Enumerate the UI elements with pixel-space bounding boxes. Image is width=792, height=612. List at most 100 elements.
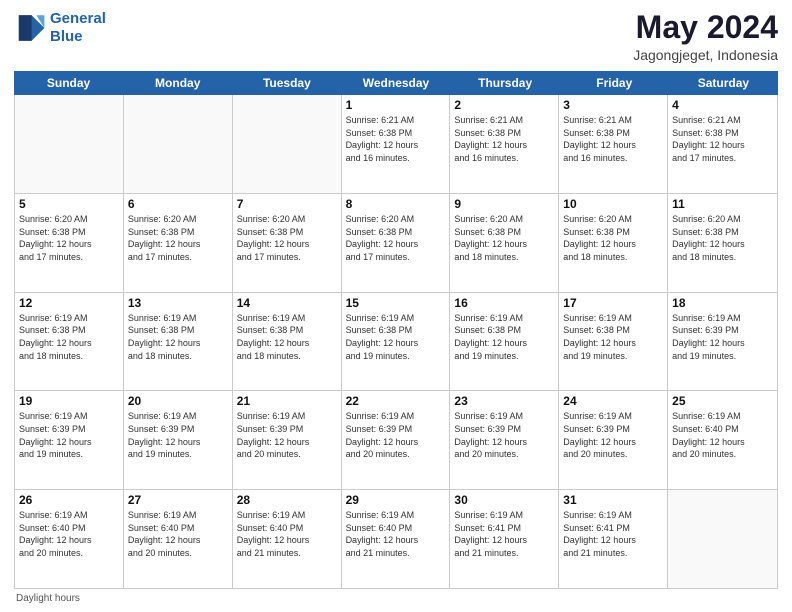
day-number: 9 bbox=[454, 197, 554, 211]
calendar-cell: 21 Sunrise: 6:19 AM Sunset: 6:39 PM Dayli… bbox=[233, 391, 342, 489]
header-wednesday: Wednesday bbox=[341, 71, 450, 95]
calendar-cell: 19Sunrise: 6:19 AM Sunset: 6:39 PM Dayli… bbox=[15, 391, 124, 489]
calendar-cell: 6 Sunrise: 6:20 AM Sunset: 6:38 PM Daylig… bbox=[124, 194, 233, 292]
day-info: Sunrise: 6:19 AM Sunset: 6:38 PM Dayligh… bbox=[563, 312, 663, 362]
day-info: Sunrise: 6:19 AM Sunset: 6:38 PM Dayligh… bbox=[19, 312, 119, 362]
calendar-cell: 17 Sunrise: 6:19 AM Sunset: 6:38 PM Dayli… bbox=[559, 293, 668, 391]
day-info: Sunrise: 6:20 AM Sunset: 6:38 PM Dayligh… bbox=[128, 213, 228, 263]
day-info: Sunrise: 6:20 AM Sunset: 6:38 PM Dayligh… bbox=[237, 213, 337, 263]
day-info: Sunrise: 6:21 AM Sunset: 6:38 PM Dayligh… bbox=[346, 114, 446, 164]
day-info: Sunrise: 6:20 AM Sunset: 6:38 PM Dayligh… bbox=[19, 213, 119, 263]
logo-blue: Blue bbox=[50, 28, 83, 45]
calendar-cell: 4 Sunrise: 6:21 AM Sunset: 6:38 PM Daylig… bbox=[668, 95, 777, 193]
logo-general: General bbox=[50, 10, 106, 27]
day-info: Sunrise: 6:19 AM Sunset: 6:40 PM Dayligh… bbox=[237, 509, 337, 559]
calendar-row-1: 1Sunrise: 6:21 AM Sunset: 6:38 PM Daylig… bbox=[15, 95, 777, 194]
day-number: 12 bbox=[19, 296, 119, 310]
day-info: Sunrise: 6:19 AM Sunset: 6:40 PM Dayligh… bbox=[346, 509, 446, 559]
calendar-cell: 10 Sunrise: 6:20 AM Sunset: 6:38 PM Dayli… bbox=[559, 194, 668, 292]
calendar-header: Sunday Monday Tuesday Wednesday Thursday… bbox=[14, 71, 778, 95]
day-info: Sunrise: 6:19 AM Sunset: 6:40 PM Dayligh… bbox=[128, 509, 228, 559]
calendar-cell bbox=[15, 95, 124, 193]
day-number: 7 bbox=[237, 197, 337, 211]
day-number: 26 bbox=[19, 493, 119, 507]
calendar-cell: 3 Sunrise: 6:21 AM Sunset: 6:38 PM Daylig… bbox=[559, 95, 668, 193]
day-number: 27 bbox=[128, 493, 228, 507]
day-number: 14 bbox=[237, 296, 337, 310]
calendar-cell: 22 Sunrise: 6:19 AM Sunset: 6:39 PM Dayli… bbox=[342, 391, 451, 489]
day-number: 6 bbox=[128, 197, 228, 211]
calendar-cell: 30 Sunrise: 6:19 AM Sunset: 6:41 PM Dayli… bbox=[450, 490, 559, 588]
calendar-cell: 26 Sunrise: 6:19 AM Sunset: 6:40 PM Dayli… bbox=[15, 490, 124, 588]
calendar-row-2: 5 Sunrise: 6:20 AM Sunset: 6:38 PM Daylig… bbox=[15, 194, 777, 293]
day-info: Sunrise: 6:19 AM Sunset: 6:41 PM Dayligh… bbox=[454, 509, 554, 559]
day-number: 3 bbox=[563, 98, 663, 112]
calendar-cell: 27 Sunrise: 6:19 AM Sunset: 6:40 PM Dayli… bbox=[124, 490, 233, 588]
calendar-cell: 18Sunrise: 6:19 AM Sunset: 6:39 PM Dayli… bbox=[668, 293, 777, 391]
title-block: May 2024 Jagongjeget, Indonesia bbox=[633, 10, 778, 63]
day-number: 17 bbox=[563, 296, 663, 310]
calendar-cell: 5 Sunrise: 6:20 AM Sunset: 6:38 PM Daylig… bbox=[15, 194, 124, 292]
day-number: 15 bbox=[346, 296, 446, 310]
day-info: Sunrise: 6:19 AM Sunset: 6:39 PM Dayligh… bbox=[237, 410, 337, 460]
calendar-cell: 28 Sunrise: 6:19 AM Sunset: 6:40 PM Dayli… bbox=[233, 490, 342, 588]
day-number: 10 bbox=[563, 197, 663, 211]
day-number: 21 bbox=[237, 394, 337, 408]
day-number: 18 bbox=[672, 296, 773, 310]
day-info: Sunrise: 6:20 AM Sunset: 6:38 PM Dayligh… bbox=[672, 213, 773, 263]
day-info: Sunrise: 6:20 AM Sunset: 6:38 PM Dayligh… bbox=[563, 213, 663, 263]
calendar-cell: 15 Sunrise: 6:19 AM Sunset: 6:38 PM Dayli… bbox=[342, 293, 451, 391]
calendar-cell: 8Sunrise: 6:20 AM Sunset: 6:38 PM Daylig… bbox=[342, 194, 451, 292]
day-number: 5 bbox=[19, 197, 119, 211]
header-tuesday: Tuesday bbox=[232, 71, 341, 95]
day-info: Sunrise: 6:19 AM Sunset: 6:39 PM Dayligh… bbox=[128, 410, 228, 460]
header: General Blue May 2024 Jagongjeget, Indon… bbox=[14, 10, 778, 63]
header-monday: Monday bbox=[123, 71, 232, 95]
day-info: Sunrise: 6:19 AM Sunset: 6:38 PM Dayligh… bbox=[237, 312, 337, 362]
calendar-cell: 1Sunrise: 6:21 AM Sunset: 6:38 PM Daylig… bbox=[342, 95, 451, 193]
day-info: Sunrise: 6:19 AM Sunset: 6:38 PM Dayligh… bbox=[346, 312, 446, 362]
calendar-body: 1Sunrise: 6:21 AM Sunset: 6:38 PM Daylig… bbox=[14, 95, 778, 589]
day-number: 22 bbox=[346, 394, 446, 408]
day-info: Sunrise: 6:21 AM Sunset: 6:38 PM Dayligh… bbox=[454, 114, 554, 164]
day-number: 20 bbox=[128, 394, 228, 408]
day-info: Sunrise: 6:21 AM Sunset: 6:38 PM Dayligh… bbox=[563, 114, 663, 164]
day-number: 25 bbox=[672, 394, 773, 408]
day-info: Sunrise: 6:19 AM Sunset: 6:40 PM Dayligh… bbox=[672, 410, 773, 460]
calendar-cell bbox=[124, 95, 233, 193]
day-info: Sunrise: 6:19 AM Sunset: 6:38 PM Dayligh… bbox=[454, 312, 554, 362]
day-number: 13 bbox=[128, 296, 228, 310]
day-number: 31 bbox=[563, 493, 663, 507]
calendar: Sunday Monday Tuesday Wednesday Thursday… bbox=[14, 71, 778, 589]
day-number: 4 bbox=[672, 98, 773, 112]
calendar-cell: 13 Sunrise: 6:19 AM Sunset: 6:38 PM Dayli… bbox=[124, 293, 233, 391]
day-number: 30 bbox=[454, 493, 554, 507]
calendar-cell bbox=[668, 490, 777, 588]
calendar-cell: 9 Sunrise: 6:20 AM Sunset: 6:38 PM Daylig… bbox=[450, 194, 559, 292]
calendar-cell: 16Sunrise: 6:19 AM Sunset: 6:38 PM Dayli… bbox=[450, 293, 559, 391]
day-number: 23 bbox=[454, 394, 554, 408]
day-info: Sunrise: 6:19 AM Sunset: 6:39 PM Dayligh… bbox=[563, 410, 663, 460]
day-info: Sunrise: 6:20 AM Sunset: 6:38 PM Dayligh… bbox=[454, 213, 554, 263]
calendar-cell: 7 Sunrise: 6:20 AM Sunset: 6:38 PM Daylig… bbox=[233, 194, 342, 292]
day-number: 24 bbox=[563, 394, 663, 408]
calendar-cell: 29 Sunrise: 6:19 AM Sunset: 6:40 PM Dayli… bbox=[342, 490, 451, 588]
day-number: 11 bbox=[672, 197, 773, 211]
logo: General Blue bbox=[14, 10, 106, 46]
header-thursday: Thursday bbox=[451, 71, 560, 95]
logo-icon bbox=[14, 12, 46, 44]
day-number: 28 bbox=[237, 493, 337, 507]
day-number: 29 bbox=[346, 493, 446, 507]
day-info: Sunrise: 6:19 AM Sunset: 6:39 PM Dayligh… bbox=[346, 410, 446, 460]
day-info: Sunrise: 6:21 AM Sunset: 6:38 PM Dayligh… bbox=[672, 114, 773, 164]
day-info: Sunrise: 6:19 AM Sunset: 6:38 PM Dayligh… bbox=[128, 312, 228, 362]
calendar-cell: 14 Sunrise: 6:19 AM Sunset: 6:38 PM Dayli… bbox=[233, 293, 342, 391]
day-info: Sunrise: 6:19 AM Sunset: 6:40 PM Dayligh… bbox=[19, 509, 119, 559]
month-title: May 2024 bbox=[633, 10, 778, 45]
calendar-cell: 23Sunrise: 6:19 AM Sunset: 6:39 PM Dayli… bbox=[450, 391, 559, 489]
calendar-cell: 25 Sunrise: 6:19 AM Sunset: 6:40 PM Dayli… bbox=[668, 391, 777, 489]
calendar-cell: 20 Sunrise: 6:19 AM Sunset: 6:39 PM Dayli… bbox=[124, 391, 233, 489]
logo-text: General Blue bbox=[50, 10, 106, 46]
day-number: 2 bbox=[454, 98, 554, 112]
footer-note: Daylight hours bbox=[14, 593, 778, 604]
